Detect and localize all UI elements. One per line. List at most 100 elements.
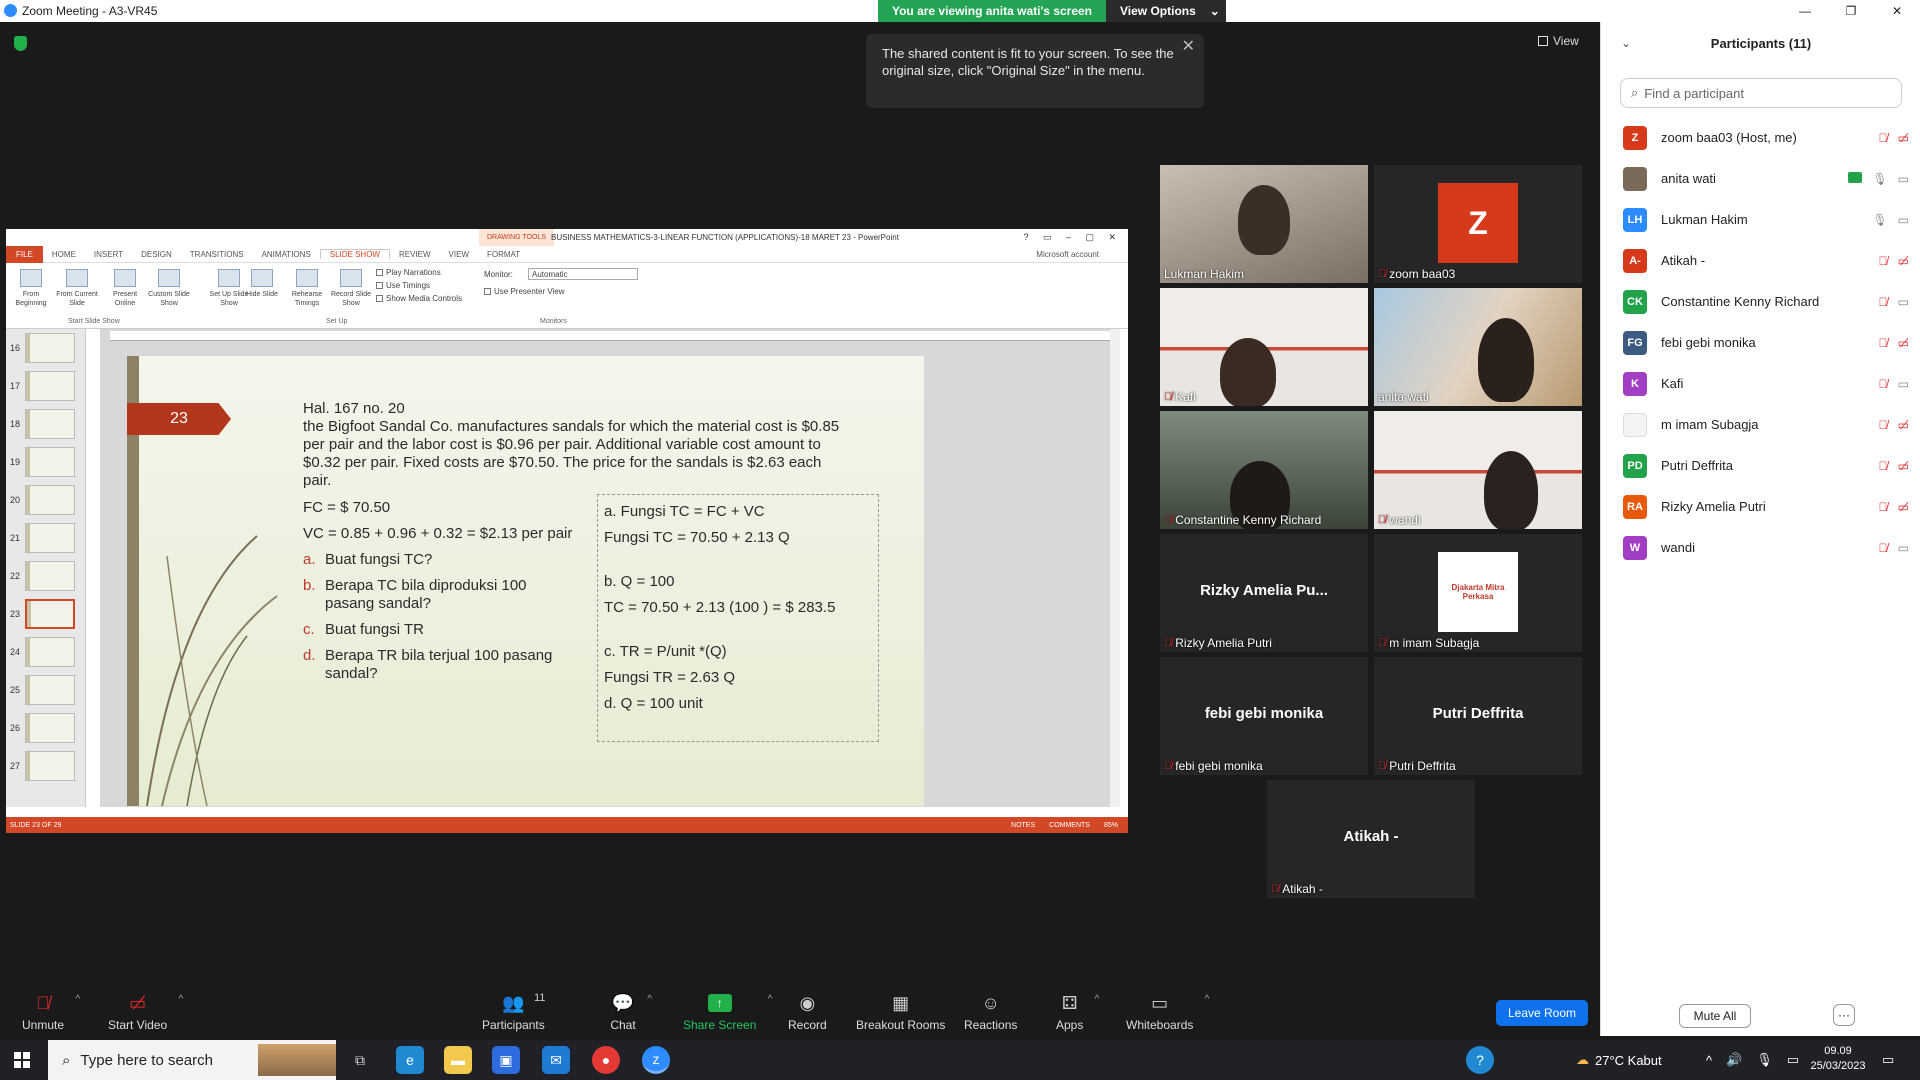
video-tile-kafi[interactable]: 🎙̸ Kafi — [1160, 288, 1368, 406]
network-icon[interactable]: ▭ — [1787, 1052, 1799, 1068]
chevron-up-icon[interactable]: ^ — [178, 994, 183, 1005]
custom-slide-show-button[interactable]: Custom Slide Show — [146, 269, 192, 308]
video-tile-atikah[interactable]: Atikah - 🎙̸ Atikah - — [1267, 780, 1475, 898]
video-tile-anita-wati[interactable]: anita wati — [1374, 288, 1582, 406]
view-layout-button[interactable]: View — [1538, 34, 1579, 48]
windows-start-icon[interactable] — [14, 1052, 30, 1068]
from-current-slide-button[interactable]: From Current Slide — [54, 269, 100, 308]
chrome-icon[interactable]: ● — [592, 1046, 620, 1074]
tab-review[interactable]: REVIEW — [390, 250, 440, 259]
maximize-button[interactable]: ❐ — [1828, 0, 1874, 22]
video-tile-constantine[interactable]: 🎙̸ Constantine Kenny Richard — [1160, 411, 1368, 529]
unmute-button[interactable]: 🎙̸ Unmute ^ — [22, 992, 80, 1033]
chevron-up-icon[interactable]: ^ — [1095, 994, 1100, 1005]
mute-all-button[interactable]: Mute All — [1679, 1004, 1751, 1028]
answer-textbox[interactable]: a. Fungsi TC = FC + VC Fungsi TC = 70.50… — [597, 494, 879, 742]
video-tile-febi[interactable]: febi gebi monika 🎙̸ febi gebi monika — [1160, 657, 1368, 775]
system-clock[interactable]: 09.09 25/03/2023 — [1808, 1044, 1868, 1074]
tab-design[interactable]: DESIGN — [132, 250, 181, 259]
thumbnail-27[interactable]: 27 — [10, 751, 76, 781]
thumbnail-24[interactable]: 24 — [10, 637, 76, 667]
tab-insert[interactable]: INSERT — [85, 250, 132, 259]
participant-row[interactable]: FG febi gebi monika 🎙̸ ▭̸ — [1601, 322, 1920, 363]
thumbnail-23[interactable]: 23 — [10, 599, 76, 629]
close-icon[interactable]: ✕ — [1182, 38, 1195, 55]
vertical-scrollbar[interactable] — [1110, 329, 1120, 807]
help-icon[interactable]: ? — [1466, 1046, 1494, 1074]
participant-row[interactable]: A- Atikah - 🎙̸ ▭̸ — [1601, 240, 1920, 281]
participant-row[interactable]: LH Lukman Hakim 🎙 ▭ — [1601, 199, 1920, 240]
participant-row[interactable]: PD Putri Deffrita 🎙̸ ▭̸ — [1601, 445, 1920, 486]
minimize-button[interactable]: — — [1782, 0, 1828, 22]
comments-button[interactable]: COMMENTS — [1049, 822, 1090, 829]
thumbnail-18[interactable]: 18 — [10, 409, 76, 439]
zoom-level[interactable]: 85% — [1104, 822, 1118, 829]
task-view-icon[interactable]: ⧉ — [346, 1046, 374, 1074]
start-video-button[interactable]: ▭̸ Start Video ^ — [108, 992, 183, 1033]
powerpoint-window-controls[interactable]: ? ▭ – ▢ ✕ — [1023, 232, 1122, 243]
participant-row[interactable]: m imam Subagja 🎙̸ ▭̸ — [1601, 404, 1920, 445]
participant-row[interactable]: CK Constantine Kenny Richard 🎙̸ ▭ — [1601, 281, 1920, 322]
video-tile-rizky[interactable]: Rizky Amelia Pu... 🎙̸ Rizky Amelia Putri — [1160, 534, 1368, 652]
current-slide[interactable]: 23 Hal. 167 no. 20 the Bigfoot Sandal Co… — [127, 356, 924, 806]
present-online-button[interactable]: Present Online — [102, 269, 148, 308]
chevron-up-icon[interactable]: ^ — [768, 994, 773, 1005]
mail-icon[interactable]: ✉ — [542, 1046, 570, 1074]
participant-row[interactable]: Z zoom baa03 (Host, me) 🎙̸ ▭̸ — [1601, 117, 1920, 158]
video-tile-putri[interactable]: Putri Deffrita 🎙̸ Putri Deffrita — [1374, 657, 1582, 775]
thumbnail-26[interactable]: 26 — [10, 713, 76, 743]
breakout-rooms-button[interactable]: ▦ Breakout Rooms — [856, 992, 945, 1033]
view-options-button[interactable]: View Options ⌄ — [1106, 0, 1226, 22]
video-tile-lukman[interactable]: Lukman Hakim — [1160, 165, 1368, 283]
close-button[interactable]: ✕ — [1874, 0, 1920, 22]
record-slide-show-button[interactable]: Record Slide Show — [328, 269, 374, 308]
speaker-icon[interactable]: 🔊 — [1726, 1052, 1742, 1068]
thumbnail-25[interactable]: 25 — [10, 675, 76, 705]
rehearse-timings-button[interactable]: Rehearse Timings — [284, 269, 330, 308]
thumbnail-17[interactable]: 17 — [10, 371, 76, 401]
participant-row[interactable]: anita wati 🎙 ▭ — [1601, 158, 1920, 199]
play-narrations-checkbox[interactable]: Play Narrations — [376, 268, 441, 277]
tab-home[interactable]: HOME — [43, 250, 85, 259]
zoom-app-icon[interactable]: z — [642, 1046, 670, 1074]
participants-button[interactable]: 👥 11 Participants — [482, 992, 545, 1032]
thumbnail-22[interactable]: 22 — [10, 561, 76, 591]
from-beginning-button[interactable]: From Beginning — [8, 269, 54, 308]
tab-animations[interactable]: ANIMATIONS — [253, 250, 320, 259]
leave-room-button[interactable]: Leave Room — [1496, 1000, 1588, 1026]
weather-widget[interactable]: ☁ 27°C Kabut — [1576, 1040, 1662, 1080]
monitor-select[interactable]: Automatic — [528, 268, 638, 280]
thumbnail-16[interactable]: 16 — [10, 333, 76, 363]
show-media-controls-checkbox[interactable]: Show Media Controls — [376, 294, 462, 303]
tab-file[interactable]: FILE — [6, 245, 43, 263]
presenter-view-checkbox[interactable]: Use Presenter View — [484, 287, 565, 296]
reactions-button[interactable]: ☺ Reactions — [964, 992, 1017, 1033]
hide-slide-button[interactable]: Hide Slide — [244, 269, 280, 299]
tab-slide-show[interactable]: SLIDE SHOW — [319, 249, 390, 259]
whiteboards-button[interactable]: ▭ Whiteboards ^ — [1126, 992, 1209, 1033]
slide-thumbnails[interactable]: 16 17 18 19 20 21 22 23 24 25 26 27 — [6, 329, 86, 807]
tab-view[interactable]: VIEW — [440, 250, 478, 259]
chevron-up-icon[interactable]: ^ — [1205, 994, 1210, 1005]
apps-button[interactable]: ⚃ Apps ^ — [1056, 992, 1099, 1033]
microphone-icon[interactable]: 🎙 — [1756, 1052, 1773, 1068]
edge-icon[interactable]: e — [396, 1046, 424, 1074]
taskbar-search-input[interactable]: ⌕ Type here to search — [48, 1040, 336, 1080]
chevron-up-icon[interactable]: ^ — [647, 994, 652, 1005]
video-tile-zoom-baa03[interactable]: Z 🎙̸ zoom baa03 — [1374, 165, 1582, 283]
thumbnail-19[interactable]: 19 — [10, 447, 76, 477]
participant-row[interactable]: K Kafi 🎙̸ ▭ — [1601, 363, 1920, 404]
participant-row[interactable]: W wandi 🎙̸ ▭ — [1601, 527, 1920, 568]
shared-screen[interactable]: DRAWING TOOLS BUSINESS MATHEMATICS-3-LIN… — [6, 229, 1128, 833]
tab-transitions[interactable]: TRANSITIONS — [181, 250, 253, 259]
video-tile-wandi[interactable]: 🎙̸ wandi — [1374, 411, 1582, 529]
chevron-up-icon[interactable]: ^ — [1706, 1053, 1712, 1068]
chevron-up-icon[interactable]: ^ — [75, 994, 80, 1005]
tab-format[interactable]: FORMAT — [478, 250, 529, 259]
file-explorer-icon[interactable]: ▬ — [444, 1046, 472, 1074]
chat-button[interactable]: 💬 Chat ^ — [610, 992, 652, 1033]
notifications-icon[interactable]: ▭ — [1882, 1040, 1894, 1080]
record-button[interactable]: ◉ Record — [788, 992, 827, 1033]
thumbnail-21[interactable]: 21 — [10, 523, 76, 553]
share-screen-button[interactable]: ↑ Share Screen ^ — [683, 992, 772, 1032]
